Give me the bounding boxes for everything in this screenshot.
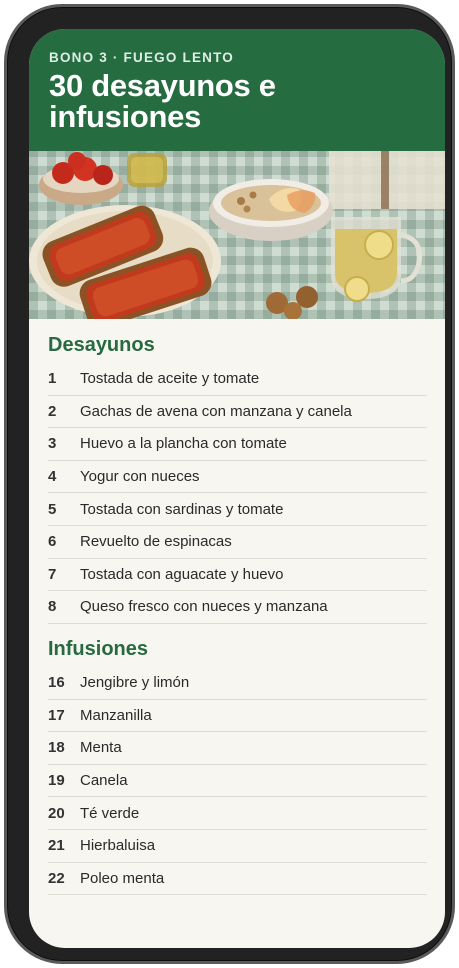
item-number: 7 [48, 565, 57, 583]
item-label: Manzanilla [80, 706, 152, 724]
item-number: 4 [48, 468, 57, 486]
list-item[interactable]: 22 Poleo menta [48, 863, 427, 896]
list-item[interactable]: 18 Menta [48, 732, 427, 765]
list-item[interactable]: 20 Té verde [48, 797, 427, 830]
list-item[interactable]: 6 Revuelto de espinacas [48, 526, 427, 559]
item-number: 8 [48, 598, 57, 616]
item-label: Hierbaluisa [80, 837, 156, 855]
item-label: Yogur con nueces [80, 468, 200, 486]
item-label: Tostada con aguacate y huevo [80, 565, 284, 583]
header-eyebrow: BONO 3 · FUEGO LENTO [49, 50, 235, 65]
section-title-infusions: Infusiones [48, 638, 149, 660]
item-number: 19 [48, 772, 65, 790]
phone-frame: BONO 3 · FUEGO LENTO 30 desayunos e infu… [4, 4, 455, 964]
item-label: Huevo a la plancha con tomate [80, 435, 287, 453]
item-label: Tostada de aceite y tomate [80, 370, 260, 388]
list-item[interactable]: 8 Queso fresco con nueces y manzana [48, 591, 427, 624]
item-number: 21 [48, 837, 65, 855]
item-number: 5 [48, 500, 57, 518]
item-number: 20 [48, 804, 65, 822]
header: BONO 3 · FUEGO LENTO 30 desayunos e infu… [29, 29, 445, 151]
hero-image [29, 151, 445, 319]
item-label: Canela [80, 772, 128, 790]
item-number: 22 [48, 869, 65, 887]
list-item[interactable]: 1 Tostada de aceite y tomate [48, 363, 427, 396]
list-item[interactable]: 7 Tostada con aguacate y huevo [48, 559, 427, 592]
list-item[interactable]: 4 Yogur con nueces [48, 461, 427, 494]
item-number: 1 [48, 370, 57, 388]
item-label: Jengibre y limón [80, 674, 190, 692]
list-item[interactable]: 2 Gachas de avena con manzana y canela [48, 396, 427, 429]
infusion-list: 16 Jengibre y limón 17 Manzanilla 18 Menta … [48, 667, 427, 896]
item-number: 3 [48, 435, 57, 453]
breakfast-photo-icon [29, 151, 445, 319]
breakfast-list: 1 Tostada de aceite y tomate 2 Gachas de a… [48, 363, 427, 624]
item-label: Menta [80, 739, 122, 757]
item-label: Revuelto de espinacas [80, 533, 232, 551]
item-number: 16 [48, 674, 65, 692]
list-item[interactable]: 16 Jengibre y limón [48, 667, 427, 700]
section-title-breakfasts: Desayunos [48, 334, 155, 356]
item-label: Gachas de avena con manzana y canela [80, 402, 352, 420]
list-item[interactable]: 5 Tostada con sardinas y tomate [48, 493, 427, 526]
list-item[interactable]: 3 Huevo a la plancha con tomate [48, 428, 427, 461]
list-item[interactable]: 21 Hierbaluisa [48, 830, 427, 863]
list-item[interactable]: 17 Manzanilla [48, 700, 427, 733]
item-number: 6 [48, 533, 57, 551]
item-label: Poleo menta [80, 869, 165, 887]
item-label: Queso fresco con nueces y manzana [80, 598, 328, 616]
list-item[interactable]: 19 Canela [48, 765, 427, 798]
item-label: Tostada con sardinas y tomate [80, 500, 284, 518]
item-label: Té verde [80, 804, 140, 822]
item-number: 18 [48, 739, 65, 757]
item-number: 17 [48, 706, 65, 724]
page-title: 30 desayunos e infusiones [49, 68, 276, 134]
screen: BONO 3 · FUEGO LENTO 30 desayunos e infu… [29, 29, 445, 948]
item-number: 2 [48, 402, 57, 420]
